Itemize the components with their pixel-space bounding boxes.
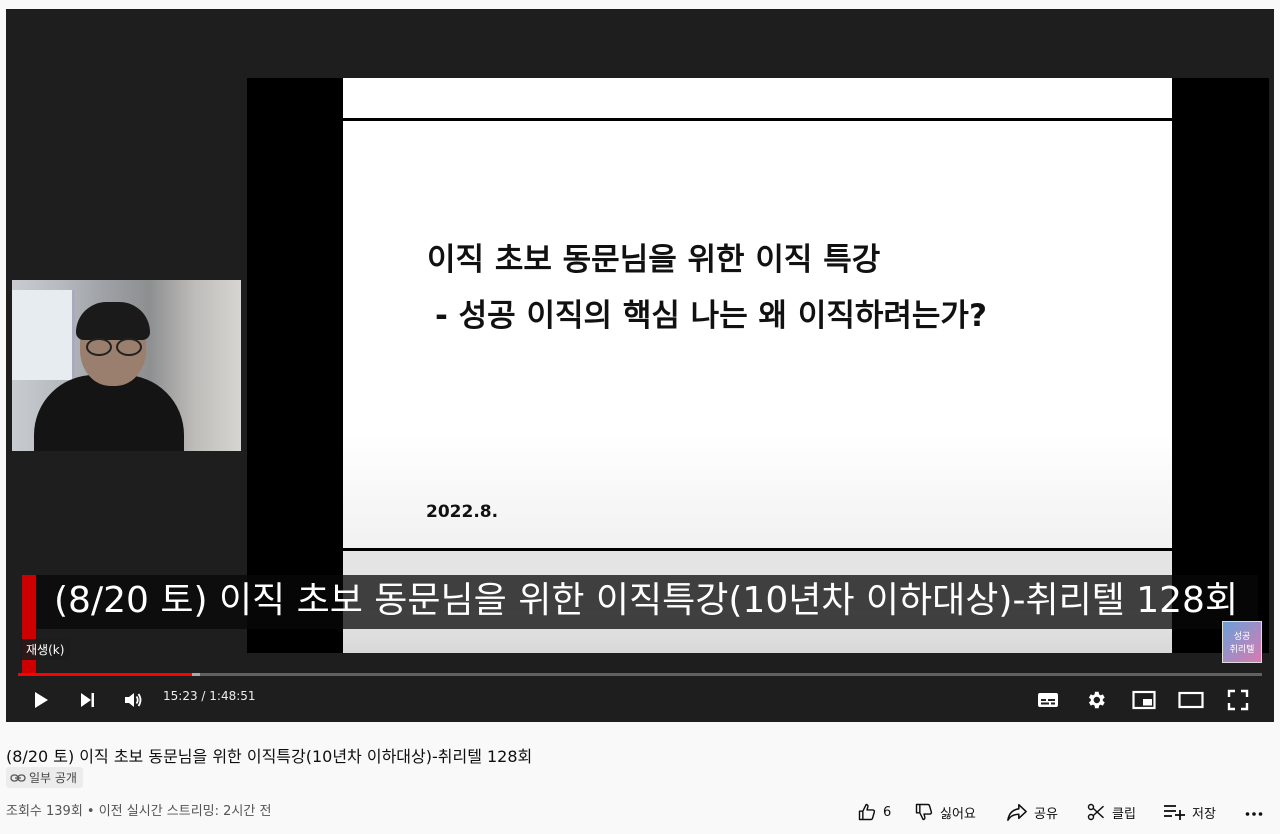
time-current: 15:23 [163,689,198,703]
video-player[interactable]: 이직 초보 동문님을 위한 이직 특강 - 성공 이직의 핵심 나는 왜 이직하… [6,9,1274,722]
save-icon [1164,805,1185,820]
subtitles-button[interactable] [1034,687,1062,713]
share-button[interactable]: 공유 [1006,802,1058,822]
caption-accent-bar [22,575,36,675]
share-icon [1007,803,1027,821]
presenter-body [34,375,184,451]
clip-button[interactable]: 클립 [1086,802,1136,822]
more-icon [1245,812,1263,816]
next-icon [81,693,94,707]
miniplayer-icon [1132,690,1156,710]
visibility-badge: 일부 공개 [6,767,83,788]
presenter-hair [76,302,150,340]
like-icon [858,803,876,821]
dislike-label: 싫어요 [940,806,976,822]
visibility-label: 일부 공개 [29,771,77,785]
slide-divider-top [343,118,1172,121]
share-label: 공유 [1034,806,1058,822]
webcam-feed [12,280,241,451]
theater-button[interactable] [1177,687,1205,713]
video-title: (8/20 토) 이직 초보 동문님을 위한 이직특강(10년차 이하대상)-취… [6,747,533,766]
time-separator: / [197,689,210,703]
volume-button[interactable] [120,687,146,713]
webcam-window [12,290,75,380]
video-meta: 조회수 139회 • 이전 실시간 스트리밍: 2시간 전 [6,804,272,819]
save-button[interactable]: 저장 [1162,802,1216,822]
clip-icon [1087,803,1104,821]
like-count: 6 [883,804,892,820]
next-button[interactable] [74,687,100,713]
progress-played [18,673,193,676]
fullscreen-button[interactable] [1224,687,1252,713]
progress-bar[interactable] [18,673,1262,676]
slide-date: 2022.8. [426,502,499,522]
channel-watermark[interactable]: 성공 취리텔 [1222,621,1262,663]
dislike-icon [915,803,933,821]
play-icon [35,692,48,708]
settings-icon [1088,691,1105,709]
video-caption: (8/20 토) 이직 초보 동문님을 위한 이직특강(10년차 이하대상)-취… [22,575,1258,629]
subtitles-icon [1038,693,1058,707]
video-info: (8/20 토) 이직 초보 동문님을 위한 이직특강(10년차 이하대상)-취… [0,722,1280,834]
time-display: 15:23 / 1:48:51 [163,689,256,703]
presentation-slide: 이직 초보 동문님을 위한 이직 특강 - 성공 이직의 핵심 나는 왜 이직하… [343,78,1172,653]
play-button[interactable] [28,687,54,713]
more-actions-button[interactable] [1244,802,1264,822]
like-button[interactable]: 6 [857,802,891,822]
clip-label: 클립 [1112,806,1136,822]
slide-title-line2: - 성공 이직의 핵심 나는 왜 이직하려는가? [435,298,987,334]
save-label: 저장 [1192,806,1216,822]
settings-button[interactable] [1082,687,1110,713]
time-total: 1:48:51 [209,689,256,703]
player-controls: 15:23 / 1:48:51 [6,680,1274,720]
miniplayer-button[interactable] [1130,687,1158,713]
link-icon [10,773,26,782]
dislike-button[interactable]: 싫어요 [914,802,976,822]
fullscreen-icon [1227,689,1249,711]
presenter-glasses [84,338,142,356]
play-tooltip: 재생(k) [20,639,71,660]
theater-icon [1178,691,1204,709]
volume-icon [125,693,142,707]
slide-title-line1: 이직 초보 동문님을 위한 이직 특강 [427,242,881,278]
